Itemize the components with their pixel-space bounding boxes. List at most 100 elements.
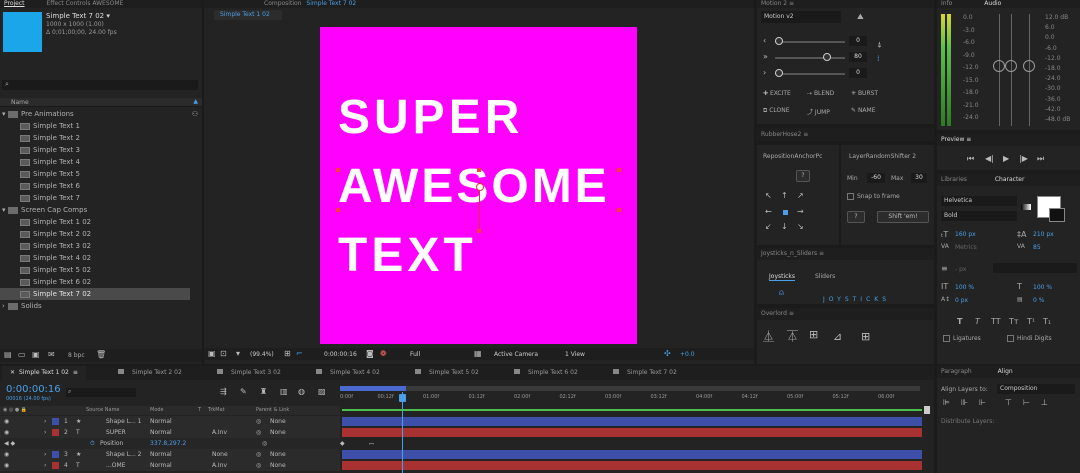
align-bottom-icon[interactable]: ⊥: [1041, 398, 1048, 408]
stopwatch-icon[interactable]: ⏱: [90, 438, 95, 449]
reset-exposure-icon[interactable]: ✣: [664, 349, 671, 359]
action-name[interactable]: ✎ NAME: [851, 107, 876, 114]
layer-parent[interactable]: None: [270, 427, 286, 438]
style-allcaps[interactable]: TT: [991, 317, 1001, 326]
text-line-awesome[interactable]: AWESOME: [338, 161, 610, 213]
project-folder[interactable]: › Solids: [0, 300, 202, 312]
visibility-icon[interactable]: ◉: [4, 460, 9, 471]
info-tab[interactable]: Info: [941, 0, 952, 7]
slider-track-3[interactable]: [775, 73, 845, 75]
action-excite[interactable]: ✚ EXCITE: [763, 90, 791, 97]
disclosure-triangle-icon[interactable]: ›: [0, 300, 8, 312]
font-family-dropdown[interactable]: Helvetica: [941, 196, 1017, 206]
chevron-double-icon[interactable]: »: [763, 52, 768, 62]
project-item[interactable]: Simple Text 5: [0, 168, 190, 180]
timeline-tab[interactable]: ✕ Simple Text 1 02 ≡: [2, 366, 86, 380]
project-item[interactable]: Simple Text 6: [0, 180, 190, 192]
layer-mode[interactable]: Normal: [150, 460, 172, 471]
layer-duration-bar[interactable]: [342, 461, 922, 470]
project-item[interactable]: Simple Text 3: [0, 144, 190, 156]
chevron-right-icon[interactable]: ›: [763, 68, 766, 78]
label-color[interactable]: [52, 451, 59, 458]
visibility-icon[interactable]: ◉: [4, 416, 9, 427]
align-hcenter-icon[interactable]: ⊪: [961, 398, 968, 408]
baseline-shift-value[interactable]: 0 px: [955, 297, 968, 304]
selection-handle[interactable]: [617, 208, 621, 212]
tsume-value[interactable]: 0 %: [1033, 297, 1044, 304]
label-color[interactable]: [52, 418, 59, 425]
sliders-tab[interactable]: Sliders: [815, 273, 835, 280]
close-icon[interactable]: ✕: [10, 369, 15, 376]
parent-pickwhip-icon[interactable]: ◎: [256, 427, 261, 438]
leading-value[interactable]: 210 px: [1033, 231, 1054, 238]
timeline-tab[interactable]: Simple Text 4 02: [308, 366, 388, 380]
align-layers-to-dropdown[interactable]: Composition: [997, 384, 1075, 394]
vertical-scale-value[interactable]: 100 %: [955, 284, 974, 291]
mask-visibility-icon[interactable]: ⊡: [220, 349, 227, 359]
project-folder[interactable]: ▾ Screen Cap Comps: [0, 204, 202, 216]
disclosure-triangle-icon[interactable]: ▾: [0, 108, 8, 120]
layer-duration-bar[interactable]: [342, 417, 922, 426]
style-bold[interactable]: T: [957, 317, 962, 326]
project-folder[interactable]: ▾ Pre Animations ⚇: [0, 108, 202, 120]
layer-mode[interactable]: Normal: [150, 449, 172, 460]
arrow-w-icon[interactable]: ←: [765, 207, 772, 217]
timeline-zoom-slider[interactable]: [924, 406, 930, 414]
arrow-ne-icon[interactable]: ↗: [797, 191, 804, 201]
shifter-max-input[interactable]: 30: [911, 173, 927, 183]
timeline-tab[interactable]: Simple Text 7 02: [605, 366, 685, 380]
action-clone[interactable]: ⧉ CLONE: [763, 107, 790, 115]
layer-mode[interactable]: Normal: [150, 416, 172, 427]
eyedropper-icon[interactable]: [1021, 204, 1031, 210]
col-source-name[interactable]: Source Name: [86, 406, 120, 415]
twirl-icon[interactable]: ›: [44, 416, 46, 427]
layer-row[interactable]: ◉ › 1 ★ Shape L... 1 Normal ◎ None: [0, 416, 340, 427]
col-t[interactable]: T: [198, 406, 201, 415]
layer-trkmat[interactable]: A.Inv: [212, 427, 227, 438]
stroke-color-swatch[interactable]: [1049, 208, 1065, 222]
menu-icon[interactable]: ≡: [73, 369, 78, 376]
project-item[interactable]: Simple Text 4 02: [0, 252, 190, 264]
first-frame-icon[interactable]: ⏮: [967, 154, 974, 164]
text-line-super[interactable]: SUPER: [338, 92, 523, 144]
slider-knob-1[interactable]: [775, 37, 783, 45]
style-smallcaps[interactable]: Tт: [1009, 317, 1019, 326]
font-style-dropdown[interactable]: Bold: [941, 211, 1017, 221]
view-dropdown[interactable]: 1 View: [565, 351, 585, 358]
timeline-tab[interactable]: Simple Text 5 02: [407, 366, 487, 380]
project-item-name[interactable]: Simple Text 7 02 ▾: [46, 12, 110, 20]
camera-dropdown[interactable]: Active Camera: [494, 351, 538, 358]
last-frame-icon[interactable]: ⏭: [1037, 154, 1044, 164]
composition-subtab[interactable]: Simple Text 1 02: [214, 10, 282, 20]
selection-handle[interactable]: [336, 208, 340, 212]
prev-frame-icon[interactable]: ◀|: [985, 154, 994, 164]
twirl-icon[interactable]: ›: [44, 449, 46, 460]
layer-parent[interactable]: None: [270, 416, 286, 427]
arrow-s-icon[interactable]: ↓: [781, 222, 788, 232]
grid-icon[interactable]: ⊞: [284, 349, 291, 359]
arrow-e-icon[interactable]: →: [797, 207, 804, 217]
viewer-timecode[interactable]: 0:00:00:16: [324, 351, 357, 358]
parent-pickwhip-icon[interactable]: ◎: [256, 449, 261, 460]
project-item[interactable]: Simple Text 3 02: [0, 240, 190, 252]
project-item[interactable]: Simple Text 7: [0, 192, 190, 204]
chevron-left-icon[interactable]: ‹: [763, 36, 766, 46]
draft-3d-icon[interactable]: ✎: [240, 387, 247, 397]
col-parent[interactable]: Parent & Link: [256, 406, 289, 415]
snapshot-icon[interactable]: ◙: [366, 349, 374, 359]
frame-blending-icon[interactable]: ▥: [280, 387, 288, 397]
twirl-icon[interactable]: ›: [44, 460, 46, 471]
slider-track-2[interactable]: [775, 57, 845, 59]
layer-duration-bar[interactable]: [342, 450, 922, 459]
pin-icon[interactable]: ⍋: [877, 40, 882, 50]
resolution-dropdown[interactable]: Full: [410, 351, 420, 358]
property-value[interactable]: 337.8,297.2: [150, 438, 186, 449]
always-preview-icon[interactable]: ▣: [208, 349, 216, 359]
snap-checkbox[interactable]: [847, 193, 854, 200]
composition-tab-name[interactable]: Simple Text 7 02: [306, 0, 356, 7]
layer-mode[interactable]: Normal: [150, 427, 172, 438]
parent-pickwhip-icon[interactable]: ◎: [256, 416, 261, 427]
overlord-push-icon[interactable]: ⏅: [763, 331, 774, 342]
font-size-value[interactable]: 160 px: [955, 231, 976, 238]
libraries-tab[interactable]: Libraries: [941, 176, 967, 183]
